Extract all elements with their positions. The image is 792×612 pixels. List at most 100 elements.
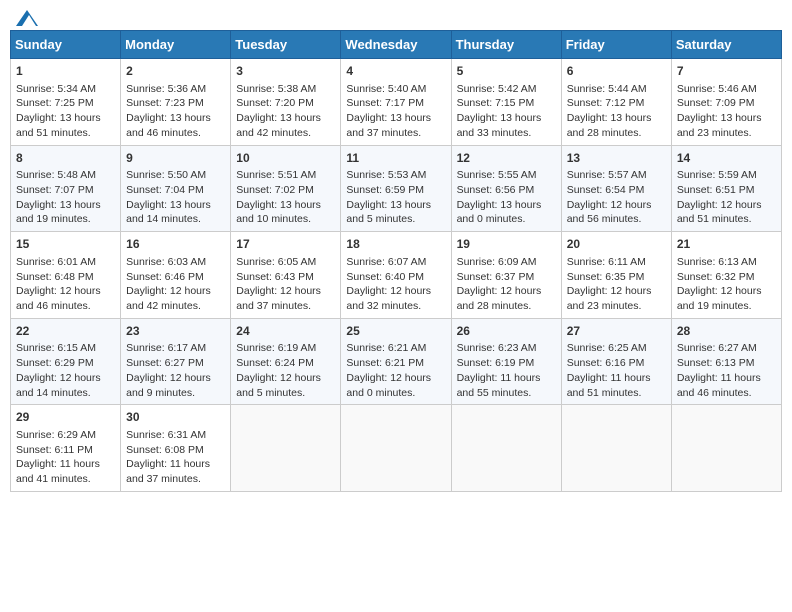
day-number: 26 [457,323,556,340]
sunrise-text: Sunrise: 5:59 AM [677,169,757,181]
day-number: 25 [346,323,445,340]
calendar-cell: 12Sunrise: 5:55 AMSunset: 6:56 PMDayligh… [451,145,561,232]
sunset-text: Sunset: 6:32 PM [677,271,755,283]
sunset-text: Sunset: 6:16 PM [567,357,645,369]
sunrise-text: Sunrise: 5:44 AM [567,83,647,95]
daylight-label: Daylight: 12 hours and 46 minutes. [16,285,101,312]
week-row-1: 1Sunrise: 5:34 AMSunset: 7:25 PMDaylight… [11,59,782,146]
day-number: 23 [126,323,225,340]
daylight-label: Daylight: 11 hours and 37 minutes. [126,458,210,485]
day-number: 17 [236,236,335,253]
daylight-label: Daylight: 13 hours and 10 minutes. [236,199,321,226]
column-header-thursday: Thursday [451,31,561,59]
daylight-label: Daylight: 11 hours and 51 minutes. [567,372,651,399]
sunrise-text: Sunrise: 6:13 AM [677,256,757,268]
sunset-text: Sunset: 7:04 PM [126,184,204,196]
day-number: 7 [677,63,776,80]
daylight-label: Daylight: 12 hours and 37 minutes. [236,285,321,312]
sunset-text: Sunset: 7:02 PM [236,184,314,196]
page-header [10,10,782,22]
day-number: 22 [16,323,115,340]
sunset-text: Sunset: 7:12 PM [567,97,645,109]
sunset-text: Sunset: 6:21 PM [346,357,424,369]
sunset-text: Sunset: 6:08 PM [126,444,204,456]
day-number: 29 [16,409,115,426]
day-number: 5 [457,63,556,80]
sunrise-text: Sunrise: 5:55 AM [457,169,537,181]
daylight-label: Daylight: 11 hours and 55 minutes. [457,372,541,399]
logo [14,10,38,22]
calendar-cell: 18Sunrise: 6:07 AMSunset: 6:40 PMDayligh… [341,232,451,319]
column-header-wednesday: Wednesday [341,31,451,59]
sunset-text: Sunset: 7:15 PM [457,97,535,109]
header-row: SundayMondayTuesdayWednesdayThursdayFrid… [11,31,782,59]
calendar-table: SundayMondayTuesdayWednesdayThursdayFrid… [10,30,782,492]
day-number: 15 [16,236,115,253]
sunrise-text: Sunrise: 5:40 AM [346,83,426,95]
calendar-cell: 23Sunrise: 6:17 AMSunset: 6:27 PMDayligh… [121,318,231,405]
sunset-text: Sunset: 6:54 PM [567,184,645,196]
day-number: 1 [16,63,115,80]
sunrise-text: Sunrise: 6:05 AM [236,256,316,268]
calendar-cell: 25Sunrise: 6:21 AMSunset: 6:21 PMDayligh… [341,318,451,405]
column-header-saturday: Saturday [671,31,781,59]
sunrise-text: Sunrise: 6:27 AM [677,342,757,354]
calendar-cell: 1Sunrise: 5:34 AMSunset: 7:25 PMDaylight… [11,59,121,146]
sunrise-text: Sunrise: 6:03 AM [126,256,206,268]
day-number: 11 [346,150,445,167]
calendar-cell: 9Sunrise: 5:50 AMSunset: 7:04 PMDaylight… [121,145,231,232]
sunrise-text: Sunrise: 5:48 AM [16,169,96,181]
calendar-cell: 28Sunrise: 6:27 AMSunset: 6:13 PMDayligh… [671,318,781,405]
calendar-cell: 5Sunrise: 5:42 AMSunset: 7:15 PMDaylight… [451,59,561,146]
sunset-text: Sunset: 6:48 PM [16,271,94,283]
sunset-text: Sunset: 7:20 PM [236,97,314,109]
sunrise-text: Sunrise: 5:42 AM [457,83,537,95]
daylight-label: Daylight: 13 hours and 19 minutes. [16,199,101,226]
daylight-label: Daylight: 13 hours and 0 minutes. [457,199,542,226]
sunset-text: Sunset: 7:17 PM [346,97,424,109]
day-number: 12 [457,150,556,167]
calendar-cell: 6Sunrise: 5:44 AMSunset: 7:12 PMDaylight… [561,59,671,146]
daylight-label: Daylight: 13 hours and 5 minutes. [346,199,431,226]
sunset-text: Sunset: 6:19 PM [457,357,535,369]
daylight-label: Daylight: 11 hours and 41 minutes. [16,458,100,485]
daylight-label: Daylight: 13 hours and 46 minutes. [126,112,211,139]
sunset-text: Sunset: 6:51 PM [677,184,755,196]
logo-icon [16,10,38,26]
sunrise-text: Sunrise: 5:53 AM [346,169,426,181]
calendar-cell: 4 Sunrise: 5:40 AM Sunset: 7:17 PM Daylight… [341,59,451,146]
day-number: 14 [677,150,776,167]
calendar-cell [671,405,781,492]
sunrise-text: Sunrise: 5:51 AM [236,169,316,181]
sunrise-text: Sunrise: 6:25 AM [567,342,647,354]
sunrise-text: Sunrise: 5:38 AM [236,83,316,95]
calendar-cell: 8Sunrise: 5:48 AMSunset: 7:07 PMDaylight… [11,145,121,232]
week-row-4: 22Sunrise: 6:15 AMSunset: 6:29 PMDayligh… [11,318,782,405]
sunset-text: Sunset: 6:43 PM [236,271,314,283]
sunset-text: Sunset: 6:24 PM [236,357,314,369]
sunrise-text: Sunrise: 5:46 AM [677,83,757,95]
column-header-monday: Monday [121,31,231,59]
column-header-friday: Friday [561,31,671,59]
day-number: 9 [126,150,225,167]
day-number: 3 [236,63,335,80]
sunset-text: Sunset: 6:29 PM [16,357,94,369]
day-number: 24 [236,323,335,340]
calendar-cell: 21Sunrise: 6:13 AMSunset: 6:32 PMDayligh… [671,232,781,319]
daylight-label: Daylight: 11 hours and 46 minutes. [677,372,761,399]
day-number: 8 [16,150,115,167]
sunrise-text: Sunrise: 6:01 AM [16,256,96,268]
calendar-cell: 7Sunrise: 5:46 AMSunset: 7:09 PMDaylight… [671,59,781,146]
calendar-cell: 27Sunrise: 6:25 AMSunset: 6:16 PMDayligh… [561,318,671,405]
daylight-label: Daylight: 13 hours and 37 minutes. [346,112,431,139]
daylight-label: Daylight: 12 hours and 23 minutes. [567,285,652,312]
daylight-label: Daylight: 12 hours and 28 minutes. [457,285,542,312]
daylight-label: Daylight: 12 hours and 42 minutes. [126,285,211,312]
calendar-cell: 14Sunrise: 5:59 AMSunset: 6:51 PMDayligh… [671,145,781,232]
day-number: 4 [346,63,445,80]
sunset-text: Sunset: 7:25 PM [16,97,94,109]
calendar-cell [451,405,561,492]
calendar-cell: 22Sunrise: 6:15 AMSunset: 6:29 PMDayligh… [11,318,121,405]
sunset-text: Sunset: 6:13 PM [677,357,755,369]
calendar-cell: 13Sunrise: 5:57 AMSunset: 6:54 PMDayligh… [561,145,671,232]
